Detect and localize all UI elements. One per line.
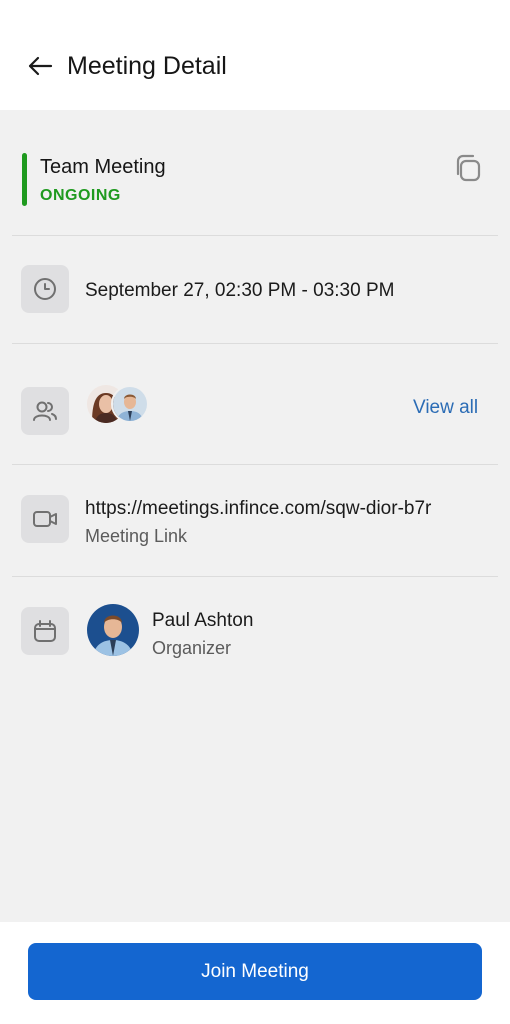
divider [12, 576, 498, 577]
organizer-icon-tile [21, 607, 69, 655]
join-meeting-button[interactable]: Join Meeting [28, 943, 482, 1000]
divider [12, 235, 498, 236]
copy-icon [456, 154, 481, 182]
meeting-datetime: September 27, 02:30 PM - 03:30 PM [85, 280, 395, 301]
clock-icon [34, 278, 56, 300]
copy-button[interactable] [452, 152, 484, 184]
meeting-link-url[interactable]: https://meetings.infince.com/sqw-dior-b7… [85, 497, 431, 521]
app-header: Meeting Detail [0, 0, 510, 110]
footer-bar: Join Meeting [0, 922, 510, 1024]
status-indicator-bar [22, 153, 27, 206]
organizer-avatar [87, 604, 139, 656]
meeting-title-block: Team Meeting ONGOING [0, 110, 510, 235]
meeting-detail-content: Team Meeting ONGOING September 27, 02:30… [0, 110, 510, 922]
view-all-participants-link[interactable]: View all [413, 396, 478, 420]
divider [12, 343, 498, 344]
organizer-role: Organizer [152, 638, 232, 658]
participants-icon-tile [21, 387, 69, 435]
link-icon-tile [21, 495, 69, 543]
schedule-icon-tile [21, 265, 69, 313]
participant-avatar-man [111, 385, 149, 423]
video-icon [33, 511, 57, 527]
meeting-title: Team Meeting [40, 156, 166, 178]
divider [12, 464, 498, 465]
meeting-link-label: Meeting Link [85, 526, 188, 546]
organizer-name: Paul Ashton [152, 610, 254, 631]
arrow-left-icon [28, 56, 53, 76]
back-button[interactable] [24, 50, 56, 82]
meeting-status: ONGOING [40, 187, 121, 204]
page-title: Meeting Detail [67, 52, 227, 80]
calendar-icon [34, 620, 56, 642]
people-icon [33, 401, 57, 421]
